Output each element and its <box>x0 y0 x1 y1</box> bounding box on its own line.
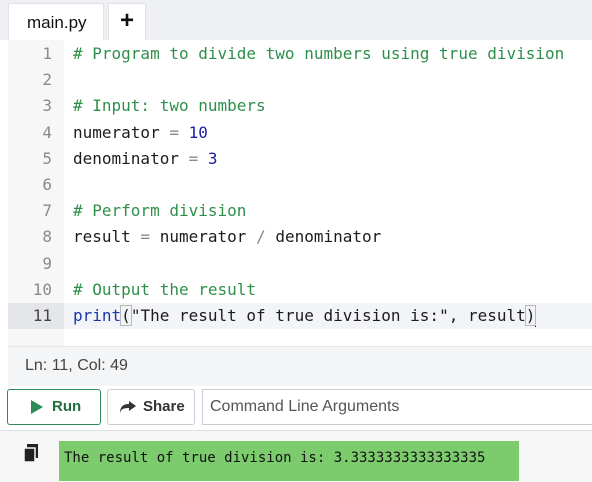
cursor-position: Ln: 11, Col: 49 <box>25 357 128 374</box>
code-token: # Perform division <box>73 201 247 221</box>
line-code: # Output the result <box>73 277 256 303</box>
tab-bar: main.py + <box>0 0 592 40</box>
code-token: , result <box>448 306 526 325</box>
line-code: numerator = 10 <box>73 120 208 146</box>
copy-icon[interactable] <box>23 444 39 464</box>
line-number: 11 <box>8 303 64 329</box>
command-line-arguments-input[interactable] <box>202 389 592 425</box>
run-button[interactable]: Run <box>7 389 101 425</box>
code-token: result <box>73 227 141 247</box>
code-line[interactable]: 10 # Output the result <box>8 277 592 303</box>
line-code: # Program to divide two numbers using tr… <box>73 41 564 67</box>
line-number: 5 <box>42 148 52 168</box>
line-number: 10 <box>32 279 52 299</box>
code-line[interactable]: 5 denominator = 3 <box>8 146 592 172</box>
code-token: 10 <box>188 122 208 142</box>
code-token: numerator <box>73 122 170 142</box>
code-token: print <box>73 306 122 325</box>
code-editor[interactable]: 1 # Program to divide two numbers using t… <box>8 40 592 346</box>
code-token: ) <box>524 305 537 326</box>
line-number: 7 <box>42 201 52 221</box>
line-number: 3 <box>42 96 52 116</box>
code-token: # Output the result <box>73 279 257 299</box>
share-icon <box>119 390 137 424</box>
action-toolbar: Run Share <box>0 386 592 430</box>
code-line[interactable]: 8 result = numerator / denominator <box>8 224 592 250</box>
code-token: ( <box>120 305 132 326</box>
tab-main-py[interactable]: main.py <box>8 3 104 40</box>
code-line[interactable]: 9 <box>8 251 592 277</box>
line-code: result = numerator / denominator <box>73 224 381 250</box>
code-line[interactable]: 11 print("The result of true division is:… <box>8 303 592 329</box>
line-code: # Input: two numbers <box>73 93 266 119</box>
line-number: 8 <box>42 227 52 247</box>
code-token: = <box>140 227 151 247</box>
line-number: 6 <box>42 175 52 194</box>
editor-status-bar: Ln: 11, Col: 49 <box>8 346 592 386</box>
code-line[interactable]: 1 # Program to divide two numbers using t… <box>8 41 592 67</box>
code-token: = <box>169 122 179 142</box>
code-line[interactable]: 2 <box>8 67 592 93</box>
code-token: "The result of true division is:" <box>130 306 449 325</box>
share-button[interactable]: Share <box>107 389 195 425</box>
share-label: Share <box>143 398 185 415</box>
code-line[interactable]: 7 # Perform division <box>8 198 592 224</box>
code-token: / <box>256 227 266 247</box>
code-token: denominator <box>73 148 189 168</box>
code-token: denominator <box>265 227 382 247</box>
play-icon <box>30 390 44 424</box>
code-token: # Input: two numbers <box>73 96 266 116</box>
output-panel: The result of true division is: 3.333333… <box>0 430 592 482</box>
text-cursor <box>535 306 537 327</box>
code-token: # Program to divide two numbers using tr… <box>73 44 565 63</box>
output-highlight: The result of true division is: 3.333333… <box>59 441 519 481</box>
line-number: 1 <box>42 44 52 63</box>
line-number: 9 <box>42 253 52 273</box>
code-line[interactable]: 3 # Input: two numbers <box>8 93 592 119</box>
run-label: Run <box>52 398 82 415</box>
line-code: denominator = 3 <box>73 146 218 172</box>
code-token: 3 <box>207 148 218 168</box>
line-number: 2 <box>42 70 52 90</box>
program-output: The result of true division is: 3.333333… <box>64 450 486 466</box>
line-code: # Perform division <box>73 198 246 224</box>
line-number: 4 <box>42 122 52 142</box>
code-token: = <box>188 148 199 168</box>
line-code: print("The result of true division is:",… <box>73 303 537 329</box>
add-tab-button[interactable]: + <box>108 3 146 40</box>
code-line[interactable]: 4 numerator = 10 <box>8 120 592 146</box>
code-token: numerator <box>150 227 257 247</box>
code-line[interactable]: 6 <box>8 172 592 198</box>
